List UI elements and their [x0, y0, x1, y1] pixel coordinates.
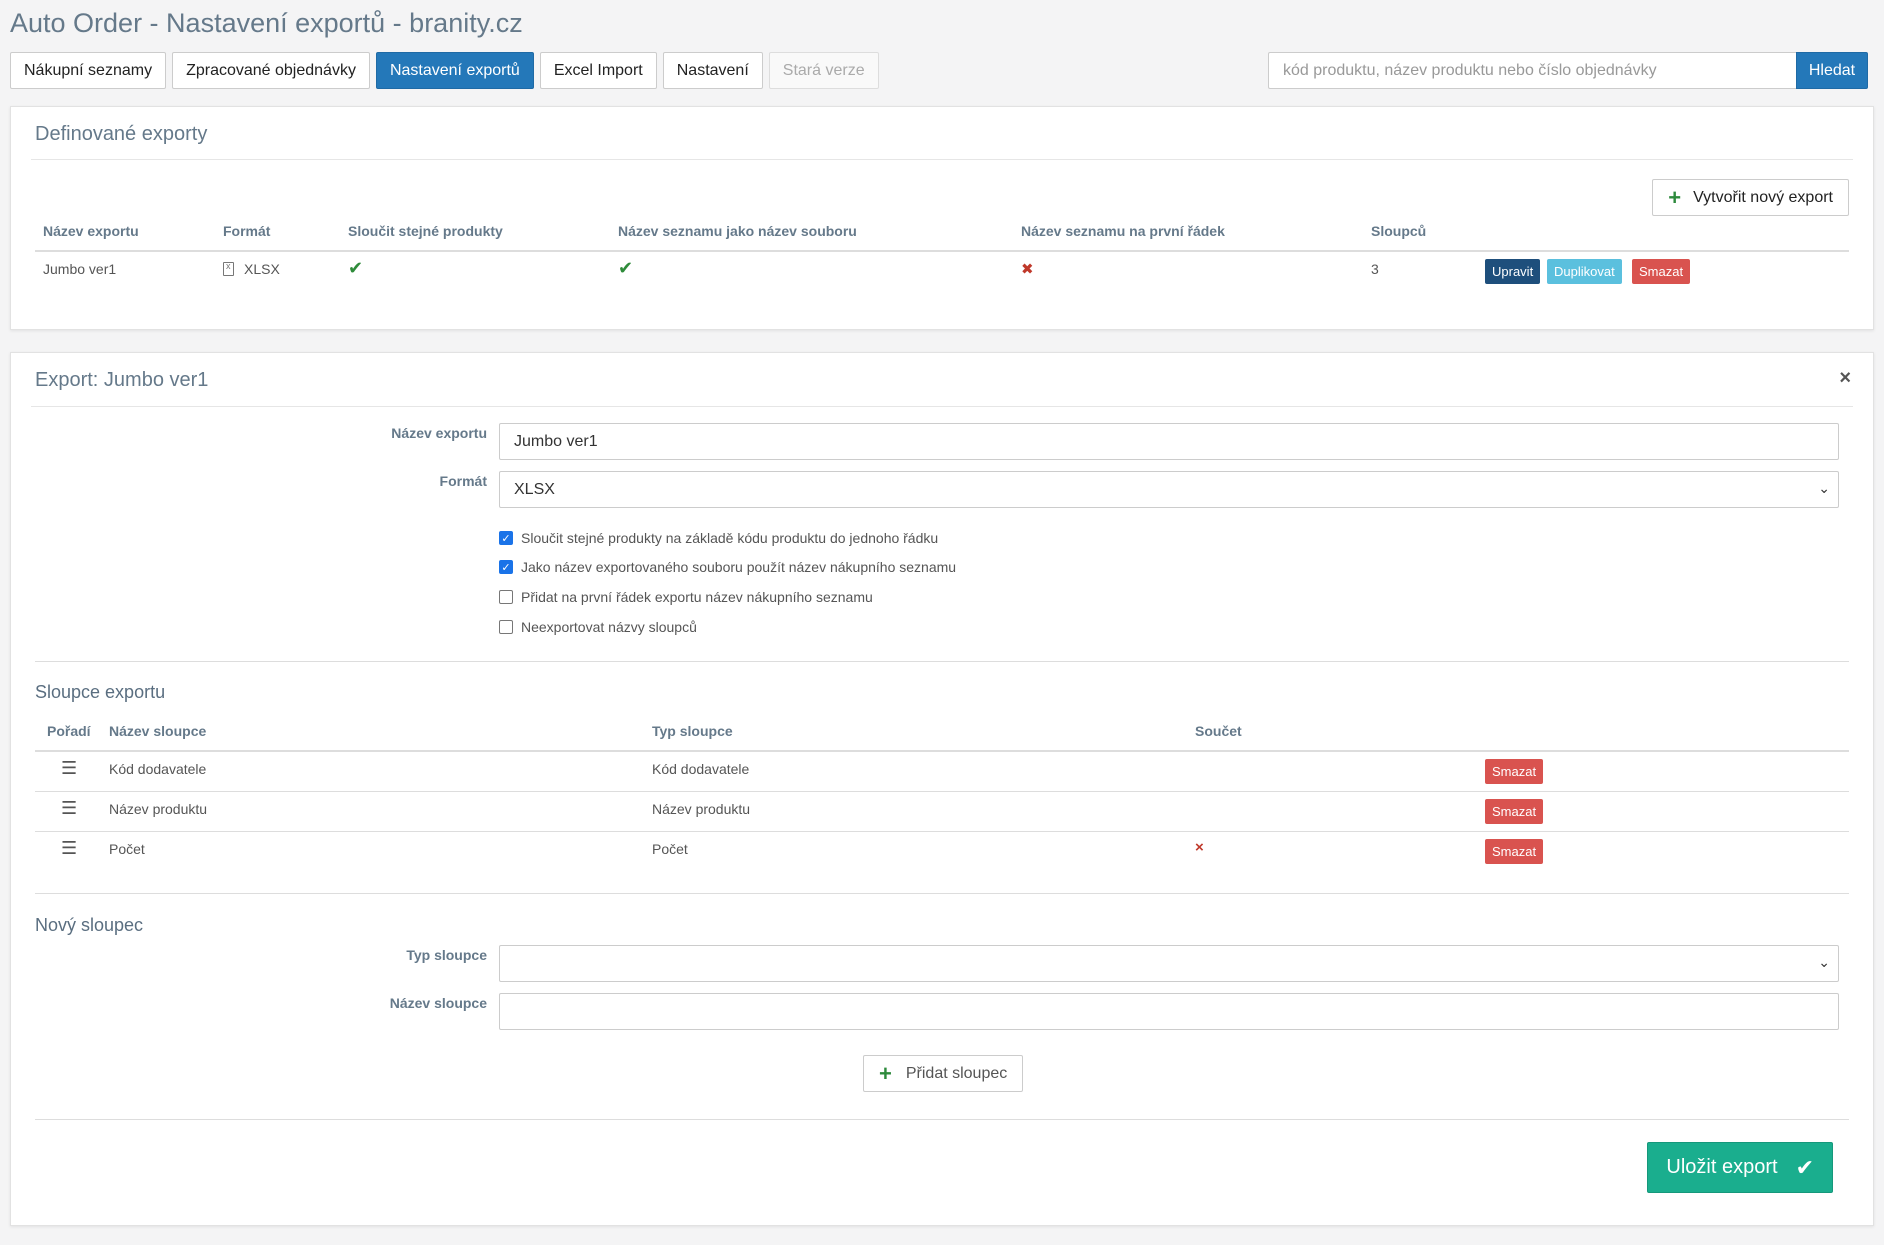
- check-icon: ✔: [1795, 1154, 1814, 1180]
- edit-panel-title: Export: Jumbo ver1: [35, 369, 209, 391]
- sum-cross-icon: ×: [1195, 839, 1204, 856]
- header-list-first-row: Název seznamu na první řádek: [1021, 223, 1225, 239]
- column-name-label: Název sloupce: [389, 995, 487, 1011]
- drag-handle-icon[interactable]: ☰: [61, 838, 77, 859]
- edit-export-panel: Export: Jumbo ver1 × Název exportu Jumbo…: [10, 352, 1874, 1226]
- table-header-line: [35, 250, 1849, 252]
- chevron-down-icon: ⌄: [1818, 954, 1830, 970]
- name-label: Název exportu: [391, 425, 487, 441]
- filename-check-icon: ✔: [618, 258, 634, 278]
- nav-excel-import[interactable]: Excel Import: [539, 52, 657, 89]
- export-row-columns: 3: [1371, 261, 1379, 277]
- column-type-select[interactable]: ⌄: [499, 945, 1839, 982]
- header-merge: Sloučit stejné produkty: [348, 223, 503, 239]
- column-row-type: Název produktu: [652, 801, 751, 817]
- plus-icon: +: [1668, 184, 1682, 210]
- first-row-cross-icon: ✖: [1021, 261, 1034, 278]
- plus-icon: +: [879, 1060, 892, 1086]
- nav-nakupni-seznamy[interactable]: Nákupní seznamy: [10, 52, 167, 89]
- divider: [31, 406, 1853, 407]
- checkbox-label: Sloučit stejné produkty na základě kódu …: [521, 530, 939, 546]
- drag-handle-icon[interactable]: ☰: [61, 758, 77, 779]
- columns-section-title: Sloupce exportu: [35, 682, 166, 702]
- header-list-as-filename: Název seznamu jako název souboru: [618, 223, 857, 239]
- checkbox-checked-icon[interactable]: ✓: [499, 531, 513, 545]
- create-export-label: Vytvořit nový export: [1693, 188, 1833, 206]
- checkbox-list-first-row[interactable]: Přidat na první řádek exportu název náku…: [499, 589, 873, 605]
- format-select[interactable]: XLSX ⌄: [499, 471, 1839, 508]
- checkbox-merge[interactable]: ✓ Sloučit stejné produkty na základě kód…: [499, 530, 938, 546]
- header-typ-sloupce: Typ sloupce: [652, 723, 733, 739]
- add-column-button[interactable]: + Přidat sloupec: [863, 1055, 1024, 1092]
- columns-header-line: [35, 750, 1849, 752]
- export-row-format: XLSX: [223, 261, 280, 277]
- format-label: Formát: [439, 473, 487, 489]
- column-name-input[interactable]: [499, 993, 1839, 1030]
- row-divider: [35, 831, 1849, 832]
- top-nav: Nákupní seznamy Zpracované objednávky Na…: [10, 52, 885, 89]
- delete-column-button[interactable]: Smazat: [1485, 759, 1544, 784]
- column-row-type: Počet: [652, 841, 688, 857]
- header-columns: Sloupců: [1371, 223, 1427, 239]
- merge-check-icon: ✔: [348, 258, 364, 278]
- divider: [35, 661, 1849, 662]
- edit-button[interactable]: Upravit: [1485, 259, 1541, 284]
- header-soucet: Součet: [1195, 723, 1242, 739]
- file-excel-icon: [223, 261, 234, 276]
- add-column-label: Přidat sloupec: [905, 1064, 1008, 1082]
- export-name-value: Jumbo ver1: [514, 432, 598, 450]
- chevron-down-icon: ⌄: [1818, 480, 1830, 496]
- search-button[interactable]: Hledat: [1796, 52, 1868, 89]
- search-input[interactable]: [1268, 52, 1796, 89]
- search-bar: Hledat: [1268, 52, 1868, 89]
- row-divider: [35, 791, 1849, 792]
- save-export-button[interactable]: Uložit export ✔: [1647, 1142, 1833, 1193]
- header-nazev-exportu: Název exportu: [43, 223, 139, 239]
- delete-column-button[interactable]: Smazat: [1485, 839, 1544, 864]
- header-format: Formát: [223, 223, 271, 239]
- column-row-name: Kód dodavatele: [109, 761, 207, 777]
- checkbox-unchecked-icon[interactable]: [499, 620, 513, 634]
- divider: [35, 1119, 1849, 1120]
- page-title: Auto Order - Nastavení exportů - branity…: [10, 8, 523, 38]
- checkbox-label: Jako název exportovaného souboru použít …: [521, 559, 957, 575]
- format-select-value: XLSX: [514, 480, 555, 498]
- create-export-button[interactable]: + Vytvořit nový export: [1652, 179, 1849, 216]
- format-text: XLSX: [244, 261, 280, 277]
- drag-handle-icon[interactable]: ☰: [61, 798, 77, 819]
- checkbox-no-column-names[interactable]: Neexportovat názvy sloupců: [499, 619, 697, 635]
- close-icon[interactable]: ×: [1839, 367, 1851, 390]
- column-row-name: Název produktu: [109, 801, 208, 817]
- export-row-name: Jumbo ver1: [43, 261, 117, 277]
- save-export-label: Uložit export: [1666, 1156, 1778, 1178]
- checkbox-unchecked-icon[interactable]: [499, 590, 513, 604]
- nav-nastaveni-exportu[interactable]: Nastavení exportů: [375, 52, 534, 89]
- new-column-title: Nový sloupec: [35, 915, 144, 935]
- divider: [31, 159, 1853, 160]
- nav-stara-verze[interactable]: Stará verze: [768, 52, 879, 89]
- checkbox-checked-icon[interactable]: ✓: [499, 560, 513, 574]
- column-type-label: Typ sloupce: [406, 947, 487, 963]
- nav-zpracovane-objednavky[interactable]: Zpracované objednávky: [172, 52, 370, 89]
- header-poradi: Pořadí: [47, 723, 91, 739]
- checkbox-label: Neexportovat názvy sloupců: [521, 619, 697, 635]
- delete-export-button[interactable]: Smazat: [1632, 259, 1691, 284]
- checkbox-list-as-filename[interactable]: ✓ Jako název exportovaného souboru použí…: [499, 559, 956, 575]
- checkbox-label: Přidat na první řádek exportu název náku…: [521, 589, 873, 605]
- export-name-input[interactable]: Jumbo ver1: [499, 423, 1839, 460]
- duplicate-button[interactable]: Duplikovat: [1547, 259, 1622, 284]
- delete-column-button[interactable]: Smazat: [1485, 799, 1544, 824]
- column-row-name: Počet: [109, 841, 145, 857]
- divider: [35, 893, 1849, 894]
- column-row-type: Kód dodavatele: [652, 761, 750, 777]
- header-nazev-sloupce: Název sloupce: [109, 723, 207, 739]
- defined-exports-panel: Definované exporty + Vytvořit nový expor…: [10, 106, 1874, 330]
- panel-title: Definované exporty: [35, 123, 208, 145]
- nav-nastaveni[interactable]: Nastavení: [662, 52, 763, 89]
